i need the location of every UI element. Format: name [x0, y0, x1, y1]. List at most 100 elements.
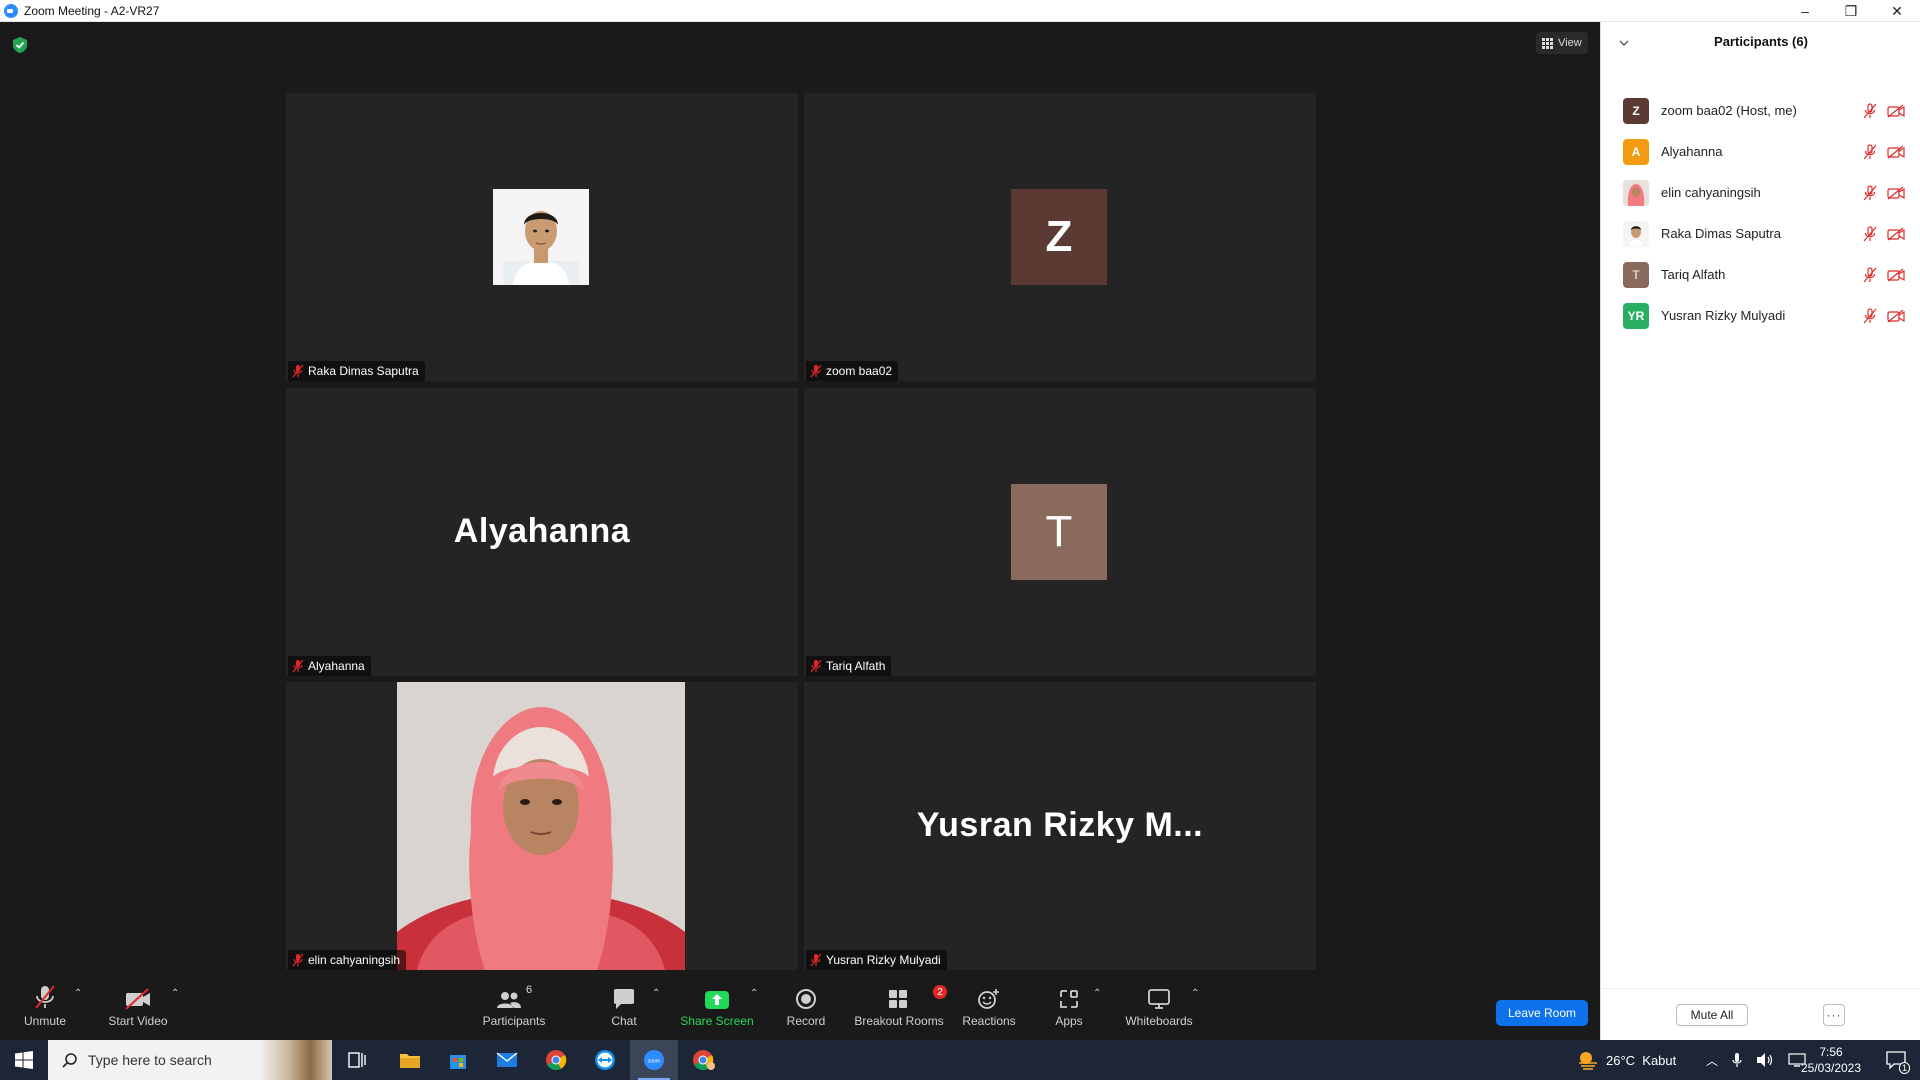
audio-options-caret-icon[interactable]: ⌃	[74, 988, 82, 999]
video-tile-tariq[interactable]: T Tariq Alfath	[804, 388, 1316, 676]
video-tile-zoom-baa02[interactable]: Z zoom baa02	[804, 93, 1316, 381]
mic-muted-icon[interactable]	[1863, 184, 1877, 201]
reactions-label: Reactions	[962, 1014, 1016, 1028]
video-tile-alyahanna[interactable]: Alyahanna Alyahanna	[286, 388, 798, 676]
volume-icon[interactable]	[1756, 1052, 1774, 1068]
share-options-caret-icon[interactable]: ⌃	[750, 988, 758, 999]
participants-button[interactable]: 6 Participants	[474, 978, 554, 1040]
mic-muted-icon[interactable]	[1863, 143, 1877, 160]
close-button[interactable]: ✕	[1874, 0, 1920, 22]
zoom-taskbar-icon[interactable]: zoom	[630, 1040, 678, 1080]
share-screen-icon	[705, 991, 729, 1009]
participant-row[interactable]: Raka Dimas Saputra	[1601, 213, 1920, 254]
mic-muted-icon[interactable]	[1863, 225, 1877, 242]
chrome-icon[interactable]	[532, 1040, 580, 1080]
apps-label: Apps	[1055, 1014, 1083, 1028]
mic-muted-icon	[35, 985, 55, 1009]
search-icon	[62, 1053, 77, 1068]
microphone-icon[interactable]	[1732, 1052, 1742, 1068]
clock-time: 7:56	[1819, 1045, 1843, 1059]
show-hidden-icons-icon[interactable]: ︿	[1706, 1052, 1718, 1069]
chrome-profile-icon[interactable]	[680, 1040, 728, 1080]
video-off-icon[interactable]	[1887, 145, 1905, 159]
tile-name: zoom baa02	[826, 364, 893, 378]
video-tile-raka[interactable]: Raka Dimas Saputra	[286, 93, 798, 381]
record-button[interactable]: Record	[766, 978, 846, 1040]
breakout-count-badge: 2	[933, 985, 947, 999]
participant-row[interactable]: YR Yusran Rizky Mulyadi	[1601, 295, 1920, 336]
weather-text: 26°C Kabut	[1606, 1052, 1677, 1068]
notification-center-icon[interactable]: 1	[1872, 1040, 1920, 1080]
video-off-icon[interactable]	[1887, 186, 1905, 200]
breakout-rooms-button[interactable]: 2 Breakout Rooms	[854, 978, 947, 1040]
tile-name-label: zoom baa02	[806, 361, 899, 381]
participant-name: zoom baa02 (Host, me)	[1661, 103, 1797, 118]
encryption-shield-icon[interactable]	[12, 36, 28, 54]
avatar: A	[1623, 138, 1649, 165]
taskbar-clock[interactable]: 7:56 25/03/2023	[1796, 1044, 1866, 1076]
weather-widget[interactable]: 26°C Kabut	[1576, 1040, 1676, 1080]
video-off-icon[interactable]	[1887, 309, 1905, 323]
participant-row[interactable]: Z zoom baa02 (Host, me)	[1601, 90, 1920, 131]
tile-name: Alyahanna	[308, 659, 365, 673]
tile-name: Yusran Rizky Mulyadi	[826, 953, 941, 967]
whiteboards-label: Whiteboards	[1125, 1014, 1193, 1028]
windows-taskbar: Type here to search zoom 26°C Kabut ︿ 7:…	[0, 1040, 1920, 1080]
mic-muted-icon[interactable]	[1863, 102, 1877, 119]
video-off-icon[interactable]	[1887, 227, 1905, 241]
mic-muted-icon	[810, 953, 822, 967]
notification-count-badge: 1	[1898, 1062, 1910, 1074]
system-tray: ︿	[1706, 1040, 1806, 1080]
video-tile-elin[interactable]: elin cahyaningsih	[286, 682, 798, 970]
search-highlight-image	[260, 1040, 332, 1080]
teamviewer-icon[interactable]	[581, 1040, 629, 1080]
apps-options-caret-icon[interactable]: ⌃	[1093, 988, 1101, 999]
file-explorer-icon[interactable]	[386, 1040, 434, 1080]
more-options-button[interactable]: ···	[1823, 1004, 1845, 1026]
view-button[interactable]: View	[1536, 32, 1588, 54]
avatar	[1623, 179, 1649, 206]
share-screen-label: Share Screen	[680, 1014, 754, 1028]
mic-muted-icon	[292, 659, 304, 673]
video-off-icon[interactable]	[1887, 104, 1905, 118]
chat-options-caret-icon[interactable]: ⌃	[652, 988, 660, 999]
task-view-icon[interactable]	[334, 1040, 382, 1080]
start-video-label: Start Video	[108, 1014, 168, 1028]
breakout-rooms-icon	[889, 990, 907, 1008]
participant-row[interactable]: A Alyahanna	[1601, 131, 1920, 172]
mic-muted-icon[interactable]	[1863, 266, 1877, 283]
mic-muted-icon	[292, 364, 304, 378]
whiteboard-options-caret-icon[interactable]: ⌃	[1191, 988, 1199, 999]
grid-view-icon	[1542, 37, 1553, 49]
video-off-icon[interactable]	[1887, 268, 1905, 282]
windows-start-button[interactable]	[0, 1040, 48, 1080]
video-off-icon	[125, 988, 150, 1010]
mail-icon[interactable]	[483, 1040, 531, 1080]
leave-room-button[interactable]: Leave Room	[1496, 1000, 1588, 1026]
video-tile-yusran[interactable]: Yusran Rizky M... Yusran Rizky Mulyadi	[804, 682, 1316, 970]
participant-photo-raka	[1623, 220, 1649, 247]
mic-muted-icon	[810, 364, 822, 378]
reactions-button[interactable]: Reactions	[949, 978, 1029, 1040]
unmute-label: Unmute	[23, 1014, 67, 1028]
participant-photo-elin	[1623, 179, 1649, 206]
tile-name: elin cahyaningsih	[308, 953, 401, 967]
weather-haze-icon	[1579, 1052, 1597, 1070]
taskbar-search-box[interactable]: Type here to search	[48, 1040, 332, 1080]
view-button-label: View	[1558, 37, 1582, 49]
start-video-button[interactable]: Start Video	[98, 978, 178, 1040]
participant-row[interactable]: T Tariq Alfath	[1601, 254, 1920, 295]
participant-photo-elin	[397, 682, 685, 970]
mute-all-button[interactable]: Mute All	[1676, 1004, 1748, 1026]
participant-name: Tariq Alfath	[1661, 267, 1726, 282]
share-screen-button[interactable]: Share Screen	[677, 978, 757, 1040]
unmute-button[interactable]: Unmute	[5, 978, 85, 1040]
minimize-button[interactable]: –	[1782, 0, 1828, 22]
mic-muted-icon[interactable]	[1863, 307, 1877, 324]
participant-row[interactable]: elin cahyaningsih	[1601, 172, 1920, 213]
whiteboards-button[interactable]: Whiteboards	[1119, 978, 1199, 1040]
participants-count: 6	[525, 984, 533, 996]
video-options-caret-icon[interactable]: ⌃	[171, 988, 179, 999]
restore-button[interactable]: ❐	[1828, 0, 1874, 22]
microsoft-store-icon[interactable]	[434, 1040, 482, 1080]
